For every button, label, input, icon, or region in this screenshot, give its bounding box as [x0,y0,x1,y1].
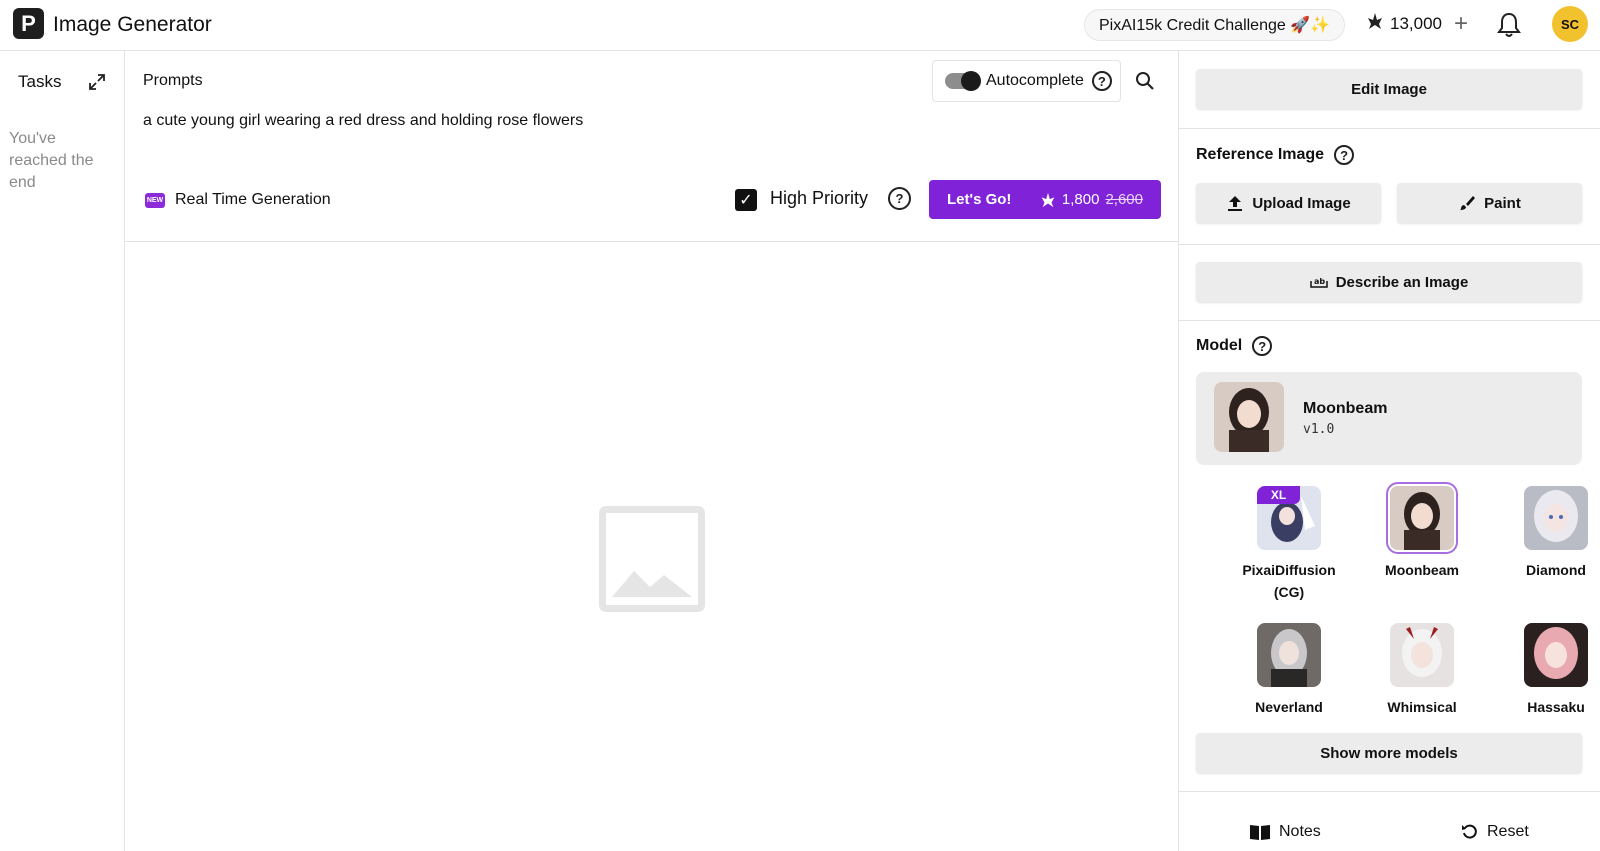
selected-model-card[interactable]: Moonbeam v1.0 [1196,372,1582,465]
image-placeholder-icon [599,506,705,612]
autocomplete-label: Autocomplete [986,72,1084,89]
high-priority-checkbox[interactable]: ✓ [735,189,757,211]
prompt-area: Prompts Autocomplete ? a cute young girl… [125,51,1179,242]
describe-image-button[interactable]: ab Describe an Image [1196,262,1582,302]
text-recognition-icon: ab [1309,277,1328,288]
credits-amount: 13,000 [1390,13,1442,33]
user-avatar[interactable]: SC [1552,6,1588,42]
prompts-label: Prompts [143,72,203,89]
model-option-selected[interactable]: Moonbeam [1372,486,1472,581]
panel-footer: Notes Reset [1179,819,1600,851]
model-thumbnail [1390,486,1454,550]
help-icon[interactable]: ? [1252,336,1273,356]
original-cost: 2,600 [1105,191,1143,208]
model-option[interactable]: Hassaku [1506,623,1600,718]
settings-panel: Edit Image Reference Image ? Upload Imag… [1179,51,1600,851]
upload-icon [1228,196,1243,211]
model-option[interactable]: XL PixaiDiffusion(CG) [1239,486,1339,603]
model-thumbnail [1214,382,1284,452]
model-name: Diamond [1526,562,1586,578]
tasks-end-message: You've reached the end [9,130,94,191]
model-thumbnail [1390,623,1454,687]
brush-icon [1460,196,1476,210]
book-icon [1250,825,1270,840]
model-option[interactable]: Neverland [1239,623,1339,718]
notification-bell-icon[interactable] [1497,12,1521,38]
high-priority-label: High Priority [770,188,869,208]
cost-amount: 1,800 [1061,191,1100,208]
main-area: Prompts Autocomplete ? a cute young girl… [125,51,1179,851]
model-thumbnail: XL [1257,486,1321,550]
add-credits-icon[interactable]: + [1454,11,1468,35]
divider [1179,244,1600,245]
model-title: Model ? [1196,336,1273,356]
model-name: Hassaku [1527,699,1585,715]
model-name: Whimsical [1387,699,1457,715]
divider [1179,128,1600,129]
model-label: Model [1196,337,1243,354]
reset-label: Reset [1487,823,1529,840]
notes-label: Notes [1279,823,1321,840]
divider [1179,791,1600,792]
svg-text:ab: ab [1314,277,1325,286]
model-thumbnail [1524,486,1588,550]
selected-model-name: Moonbeam [1303,400,1388,417]
credits-icon [1366,12,1384,35]
divider [1179,320,1600,321]
credits-icon [1041,192,1055,207]
edit-image-label: Edit Image [1351,80,1427,98]
selected-model-version: v1.0 [1303,422,1335,437]
model-option[interactable]: Whimsical [1372,623,1472,718]
generate-label: Let's Go! [947,191,1012,208]
model-option[interactable]: Diamond [1506,486,1600,581]
search-icon[interactable] [1135,71,1155,91]
reset-button[interactable]: Reset [1461,823,1529,841]
page-title: Image Generator [53,13,212,36]
autocomplete-control[interactable]: Autocomplete ? [932,60,1121,102]
tasks-title: Tasks [18,72,62,91]
generate-cost: 1,800 2,600 [1040,191,1143,208]
describe-image-label: Describe an Image [1335,273,1469,291]
new-badge: NEW [145,193,165,208]
reference-image-label: Reference Image [1196,146,1325,163]
model-thumbnail [1257,623,1321,687]
reference-image-title: Reference Image ? [1196,145,1355,165]
model-name: PixaiDiffusion(CG) [1242,562,1336,600]
paint-button[interactable]: Paint [1397,183,1582,223]
help-icon[interactable]: ? [1091,71,1112,91]
show-more-models-button[interactable]: Show more models [1196,733,1582,773]
notes-button[interactable]: Notes [1249,823,1321,841]
autocomplete-toggle[interactable] [945,71,981,91]
real-time-generation-link[interactable]: Real Time Generation [175,191,331,209]
paint-label: Paint [1484,194,1521,212]
credits-display[interactable]: 13,000 + [1366,11,1468,35]
help-icon[interactable]: ? [888,187,911,210]
top-bar: P Image Generator PixAI15k Credit Challe… [0,0,1600,51]
challenge-label: PixAI15k Credit Challenge 🚀✨ [1099,17,1331,34]
credit-challenge-button[interactable]: PixAI15k Credit Challenge 🚀✨ [1084,9,1346,41]
model-name: Neverland [1255,699,1323,715]
expand-icon[interactable] [88,73,106,91]
model-name: Moonbeam [1385,562,1459,578]
reset-icon [1462,824,1477,839]
prompt-input[interactable]: a cute young girl wearing a red dress an… [143,112,583,130]
tasks-panel: Tasks You've reached the end [0,51,125,851]
generate-button[interactable]: Let's Go! 1,800 2,600 [929,180,1161,219]
edit-image-button[interactable]: Edit Image [1196,69,1582,109]
upload-image-button[interactable]: Upload Image [1196,183,1381,223]
app-logo[interactable]: P [13,8,44,39]
upload-image-label: Upload Image [1252,194,1351,212]
xl-badge: XL [1257,486,1300,504]
show-more-models-label: Show more models [1320,744,1458,762]
help-icon[interactable]: ? [1334,145,1355,165]
model-thumbnail [1524,623,1588,687]
